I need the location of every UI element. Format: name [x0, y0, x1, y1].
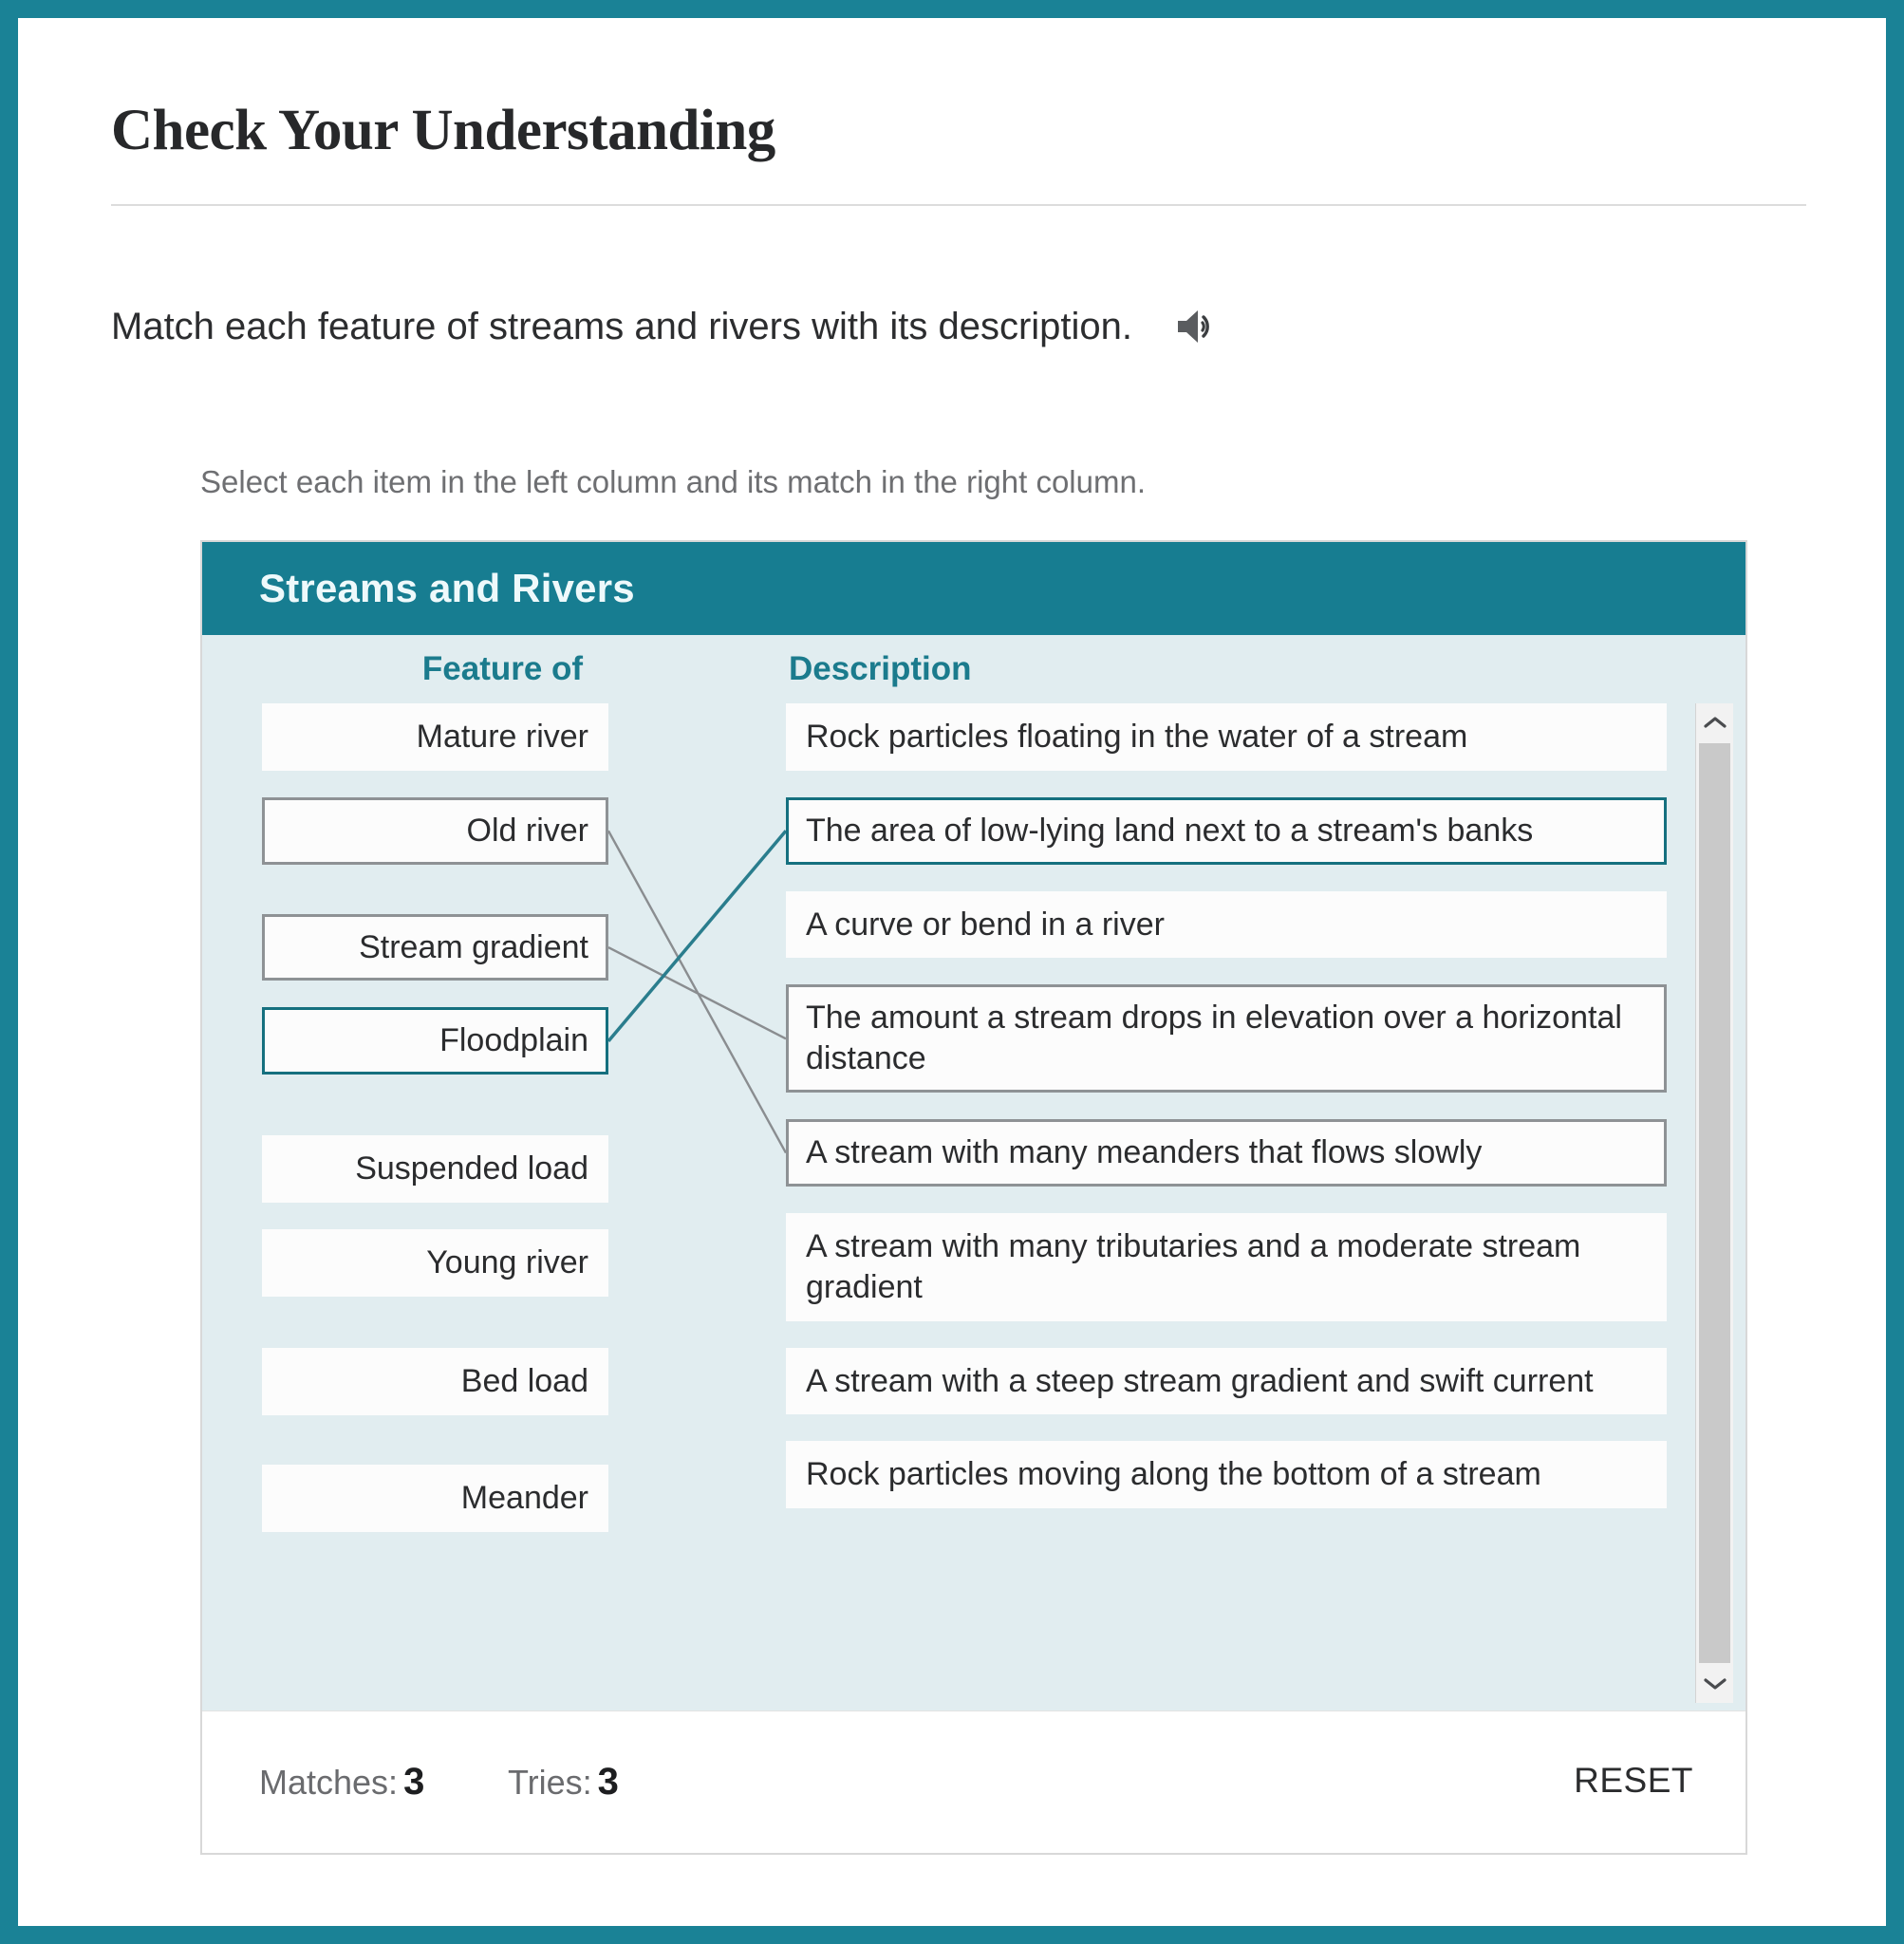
- card-title: Streams and Rivers: [259, 566, 635, 610]
- scrollbar-thumb[interactable]: [1699, 743, 1730, 1663]
- prompt-row: Match each feature of streams and rivers…: [111, 306, 1223, 347]
- description-option-4[interactable]: A stream with many meanders that flows s…: [786, 1119, 1667, 1187]
- description-column: Rock particles floating in the water of …: [786, 703, 1667, 1509]
- chevron-up-icon: [1703, 717, 1727, 728]
- feature-option-label: Stream gradient: [359, 928, 588, 965]
- prompt-text: Match each feature of streams and rivers…: [111, 306, 1133, 347]
- description-option-label: Rock particles floating in the water of …: [806, 719, 1468, 755]
- feature-option-label: Floodplain: [439, 1022, 588, 1059]
- feature-option-label: Bed load: [460, 1362, 588, 1399]
- feature-option-5[interactable]: Young river: [262, 1229, 608, 1297]
- description-option-label: The area of low-lying land next to a str…: [806, 812, 1534, 849]
- title-divider: [111, 204, 1806, 206]
- description-option-label: A stream with a steep stream gradient an…: [806, 1362, 1594, 1399]
- feature-option-4[interactable]: Suspended load: [262, 1135, 608, 1204]
- description-option-5[interactable]: A stream with many tributaries and a mod…: [786, 1212, 1667, 1321]
- page-frame: Check Your Understanding Match each feat…: [0, 0, 1904, 1944]
- connector-line-0: [607, 830, 788, 1154]
- matches-label: Matches:: [259, 1763, 399, 1802]
- matches-counter: Matches: 3: [259, 1761, 424, 1804]
- tries-label: Tries:: [508, 1763, 592, 1802]
- description-option-label: The amount a stream drops in elevation o…: [806, 1000, 1622, 1077]
- page-canvas: Check Your Understanding Match each feat…: [18, 18, 1886, 1926]
- connector-line-1: [607, 946, 787, 1040]
- speaker-icon[interactable]: [1174, 306, 1223, 347]
- feature-option-label: Mature river: [416, 719, 588, 755]
- chevron-down-icon: [1703, 1678, 1727, 1690]
- matches-value: 3: [403, 1761, 425, 1803]
- description-option-2[interactable]: A curve or bend in a river: [786, 890, 1667, 959]
- tries-value: 3: [597, 1761, 619, 1803]
- feature-option-3[interactable]: Floodplain: [262, 1007, 608, 1075]
- description-option-label: Rock particles moving along the bottom o…: [806, 1456, 1541, 1493]
- card-body: Feature of Description Mature river Old r…: [202, 635, 1745, 1710]
- reset-button[interactable]: RESET: [1574, 1761, 1693, 1801]
- description-option-label: A stream with many tributaries and a mod…: [806, 1227, 1581, 1305]
- feature-option-label: Young river: [426, 1244, 588, 1281]
- description-option-0[interactable]: Rock particles floating in the water of …: [786, 703, 1667, 771]
- scrollbar-track[interactable]: [1696, 741, 1733, 1665]
- description-option-1[interactable]: The area of low-lying land next to a str…: [786, 796, 1667, 865]
- sub-instruction: Select each item in the left column and …: [200, 464, 1146, 499]
- card-header: Streams and Rivers: [202, 542, 1745, 635]
- page-title: Check Your Understanding: [111, 99, 775, 162]
- feature-option-6[interactable]: Bed load: [262, 1347, 608, 1415]
- description-option-label: A curve or bend in a river: [806, 906, 1165, 943]
- description-option-3[interactable]: The amount a stream drops in elevation o…: [786, 984, 1667, 1094]
- column-header-feature: Feature of: [421, 650, 584, 687]
- feature-option-2[interactable]: Stream gradient: [262, 913, 608, 981]
- matching-activity-card: Streams and Rivers Feature of Descriptio…: [200, 540, 1747, 1855]
- scroll-up-button[interactable]: [1696, 703, 1733, 741]
- feature-option-0[interactable]: Mature river: [262, 703, 608, 771]
- description-option-label: A stream with many meanders that flows s…: [806, 1134, 1483, 1171]
- column-header-description: Description: [789, 650, 972, 687]
- feature-option-label: Old river: [466, 812, 588, 849]
- feature-option-7[interactable]: Meander: [262, 1464, 608, 1532]
- description-option-6[interactable]: A stream with a steep stream gradient an…: [786, 1347, 1667, 1415]
- description-scrollbar[interactable]: [1695, 703, 1733, 1703]
- feature-option-label: Suspended load: [355, 1150, 588, 1187]
- columns-area: Mature river Old river Stream gradient Floo…: [202, 703, 1745, 1710]
- description-option-7[interactable]: Rock particles moving along the bottom o…: [786, 1441, 1667, 1509]
- tries-counter: Tries: 3: [508, 1761, 619, 1804]
- scroll-down-button[interactable]: [1696, 1665, 1733, 1703]
- feature-option-label: Meander: [460, 1479, 588, 1516]
- feature-option-1[interactable]: Old river: [262, 796, 608, 865]
- feature-column: Mature river Old river Stream gradient Floo…: [262, 703, 608, 1532]
- card-footer: Matches: 3 Tries: 3 RESET: [202, 1710, 1745, 1853]
- connector-line-2: [607, 830, 788, 1043]
